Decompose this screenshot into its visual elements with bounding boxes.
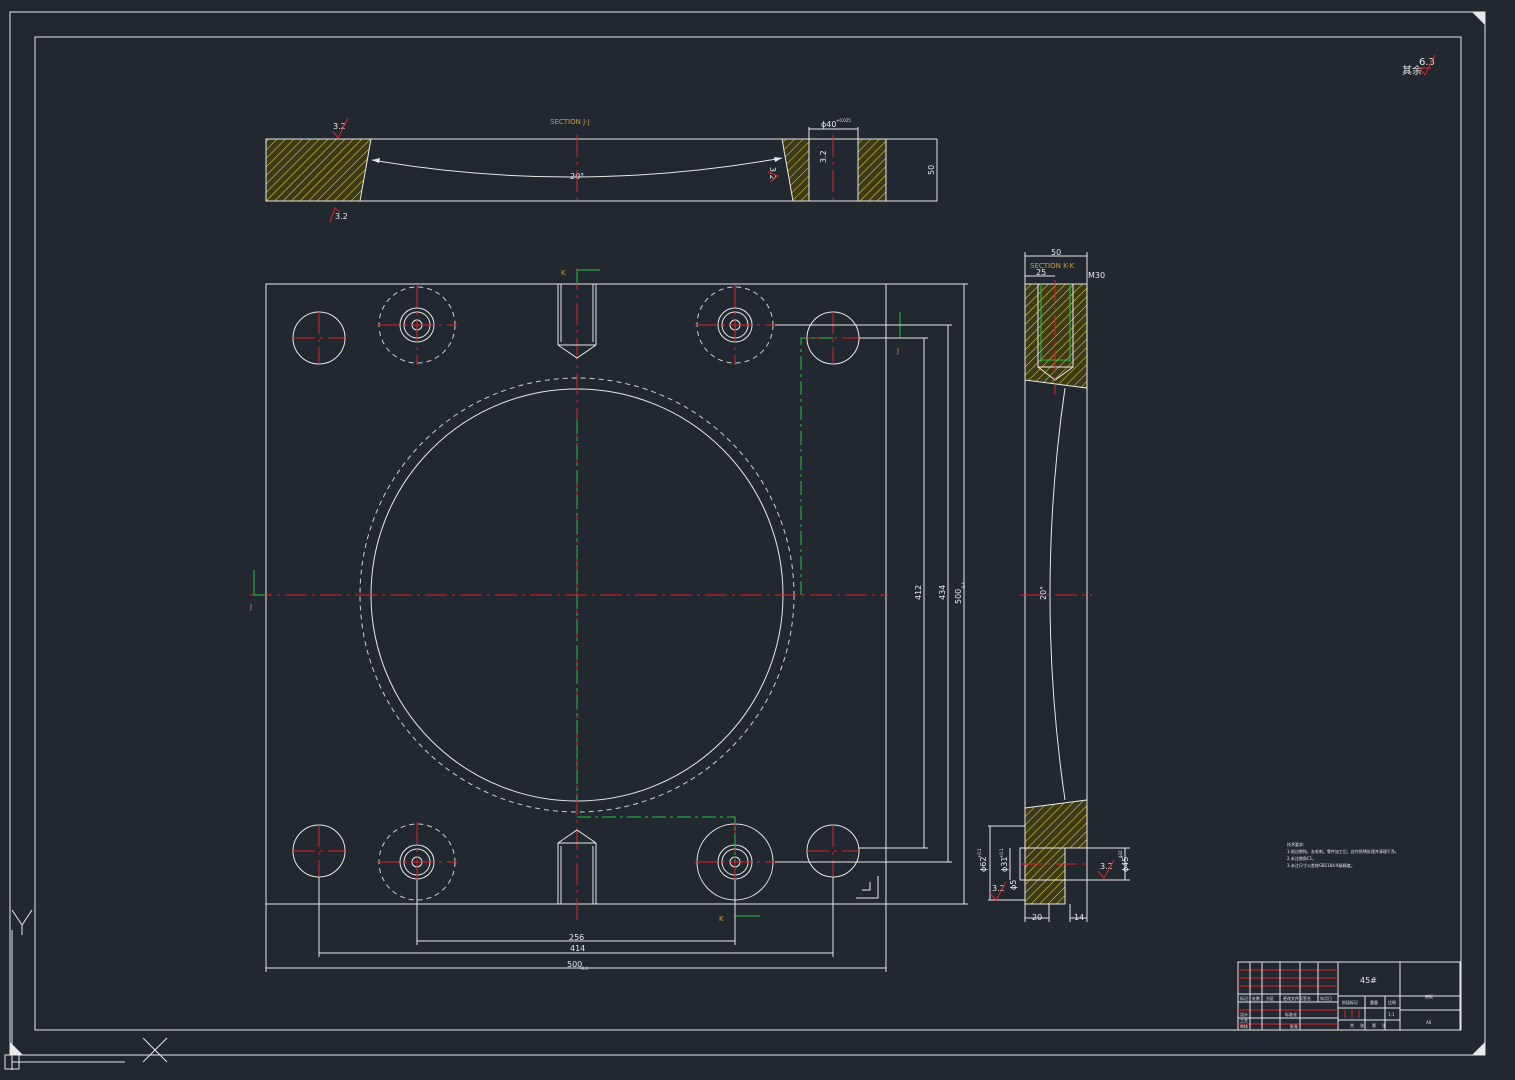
- section-marker-j-left: J: [249, 570, 266, 611]
- svg-text:K: K: [561, 269, 566, 277]
- notes-title: 技术要求:: [1287, 841, 1304, 847]
- notes-line-1: 1.锐边倒钝，去毛刺。零件加工后，应作防锈处理并清理干净。: [1287, 848, 1399, 854]
- svg-text:ϕ32: ϕ32: [1118, 850, 1123, 858]
- section-k-thread: M30: [1088, 271, 1105, 280]
- svg-text:434: 434: [938, 585, 947, 600]
- svg-text:500: 500: [954, 589, 963, 604]
- title-block-size: A0: [1426, 1020, 1432, 1025]
- sheet-inner-border: [34, 36, 1462, 1031]
- svg-text:分区: 分区: [1266, 995, 1274, 1001]
- dim-v-mid: 434: [775, 324, 952, 863]
- svg-text:审核: 审核: [1240, 1023, 1248, 1029]
- svg-text:3.2: 3.2: [335, 212, 348, 221]
- default-roughness-symbol: 其余 6.3: [1402, 54, 1436, 77]
- section-k-w2: 14: [1074, 913, 1084, 922]
- hole-br: [806, 824, 860, 878]
- section-j-hole-dia: ϕ40: [821, 120, 836, 129]
- section-j-hatch-left: [265, 138, 372, 202]
- svg-text:工艺: 工艺: [1240, 1018, 1248, 1023]
- section-k-w1: 20: [1032, 913, 1042, 922]
- svg-text:ϕ5: ϕ5: [1009, 880, 1018, 890]
- section-j-hatch-mid: [781, 138, 810, 202]
- title-block: 标记 处数 分区 更改文件号 签名 年月日 设计 标准化 阶段标记 重量 比例 …: [1237, 961, 1461, 1031]
- dim-pitch-outer: 414: [318, 877, 834, 957]
- section-j-label: SECTION J-J: [550, 118, 590, 126]
- notes-line-3: 3.未注尺寸公差按GB1184-K级精度。: [1287, 862, 1355, 868]
- section-marker-j-right: J: [886, 312, 901, 355]
- cbore-hole-tl: [377, 285, 457, 365]
- notes-line-2: 2.未注倒角C1。: [1287, 855, 1316, 861]
- roughness-mark-4: 3.2: [767, 167, 780, 183]
- svg-text:J: J: [249, 603, 252, 611]
- svg-text:共: 共: [1350, 1022, 1354, 1028]
- roughness-mark-5: 3.2: [989, 881, 1007, 901]
- dim-height: 500 -0.4: [886, 283, 968, 905]
- roughness-default-value: 6.3: [1419, 57, 1435, 68]
- section-j-view: SECTION J-J 20° ϕ40 +0.025 50 3.2 3.2 3.…: [265, 117, 938, 223]
- svg-text:412: 412: [914, 585, 923, 600]
- title-block-scale: 1:1: [1388, 1012, 1395, 1017]
- section-k-path: [577, 816, 736, 862]
- section-k-view: SECTION K-K 20° 50 25 M30 20 14 ϕ62 +0.1…: [977, 248, 1130, 922]
- svg-text:+0.1: +0.1: [977, 848, 982, 858]
- plate-outline: [265, 283, 887, 905]
- hole-tl: [292, 311, 346, 365]
- section-j-hole-tol: +0.025: [836, 118, 851, 123]
- corner-mark-br: [1472, 1042, 1485, 1055]
- svg-text:处数: 处数: [1252, 995, 1260, 1001]
- ucs-icon: [4, 909, 168, 1070]
- svg-text:20°: 20°: [1039, 586, 1048, 600]
- corner-mark-tr: [1472, 12, 1485, 25]
- svg-text:K: K: [719, 915, 724, 923]
- svg-text:+0.1: +0.1: [999, 848, 1004, 858]
- svg-text:重量: 重量: [1370, 999, 1378, 1005]
- dim-v-inner: 412: [859, 337, 928, 849]
- svg-text:-0.4: -0.4: [961, 582, 966, 590]
- svg-text:签名: 签名: [1303, 995, 1311, 1001]
- hole-bl: [292, 824, 346, 878]
- svg-text:张: 张: [1360, 1022, 1364, 1028]
- roughness-mark-1: 3.2: [332, 117, 349, 139]
- plan-roughness-corner: [856, 876, 879, 899]
- section-k-width: 50: [1051, 248, 1061, 257]
- svg-text:张: 张: [1382, 1022, 1386, 1028]
- svg-text:414: 414: [570, 944, 585, 953]
- plan-view: K K J J 256 414 500 -0.4 412 434 500 -0.…: [249, 268, 968, 972]
- section-k-depth: 25: [1036, 268, 1046, 277]
- svg-text:更改文件号: 更改文件号: [1283, 995, 1303, 1001]
- section-k-hatch-top: [1024, 283, 1088, 389]
- svg-text:年月日: 年月日: [1320, 995, 1332, 1001]
- dim-pitch-inner: 256: [416, 880, 736, 945]
- svg-text:设计: 设计: [1240, 1011, 1248, 1017]
- roughness-mark-3: 3.2: [819, 150, 828, 163]
- section-j-path: [800, 337, 833, 595]
- section-j-hatch-right: [857, 138, 887, 202]
- svg-text:第: 第: [1372, 1022, 1376, 1028]
- svg-text:256: 256: [569, 933, 584, 942]
- svg-text:阶段标记: 阶段标记: [1342, 999, 1358, 1005]
- svg-text:-0.4: -0.4: [580, 966, 588, 971]
- cad-drawing: 其余 6.3 SECTION J-J 20° ϕ40 +0.025 50 3.2: [4, 11, 1486, 1070]
- section-marker-k-bottom: K: [719, 904, 760, 923]
- technical-notes: 技术要求: 1.锐边倒钝，去毛刺。零件加工后，应作防锈处理并清理干净。 2.未注…: [1287, 841, 1399, 868]
- cbore-hole-tr: [695, 285, 775, 365]
- section-k-hatch-bottom: [1024, 799, 1088, 905]
- svg-text:标准化: 标准化: [1285, 1011, 1297, 1017]
- svg-text:标记: 标记: [1240, 995, 1248, 1001]
- svg-text:比例: 比例: [1388, 999, 1396, 1005]
- svg-text:J: J: [896, 347, 899, 355]
- roughness-mark-2: 3.2: [329, 207, 348, 223]
- svg-text:批准: 批准: [1290, 1023, 1298, 1029]
- title-block-material: 45#: [1360, 976, 1377, 985]
- section-j-thickness: 50: [927, 165, 936, 175]
- title-block-name: 底板: [1425, 993, 1433, 999]
- section-marker-k-top: K: [561, 269, 600, 284]
- sheet-outer-border: [9, 11, 1486, 1056]
- svg-text:3.2: 3.2: [819, 150, 828, 163]
- roughness-mark-6: 3.2: [1097, 859, 1115, 879]
